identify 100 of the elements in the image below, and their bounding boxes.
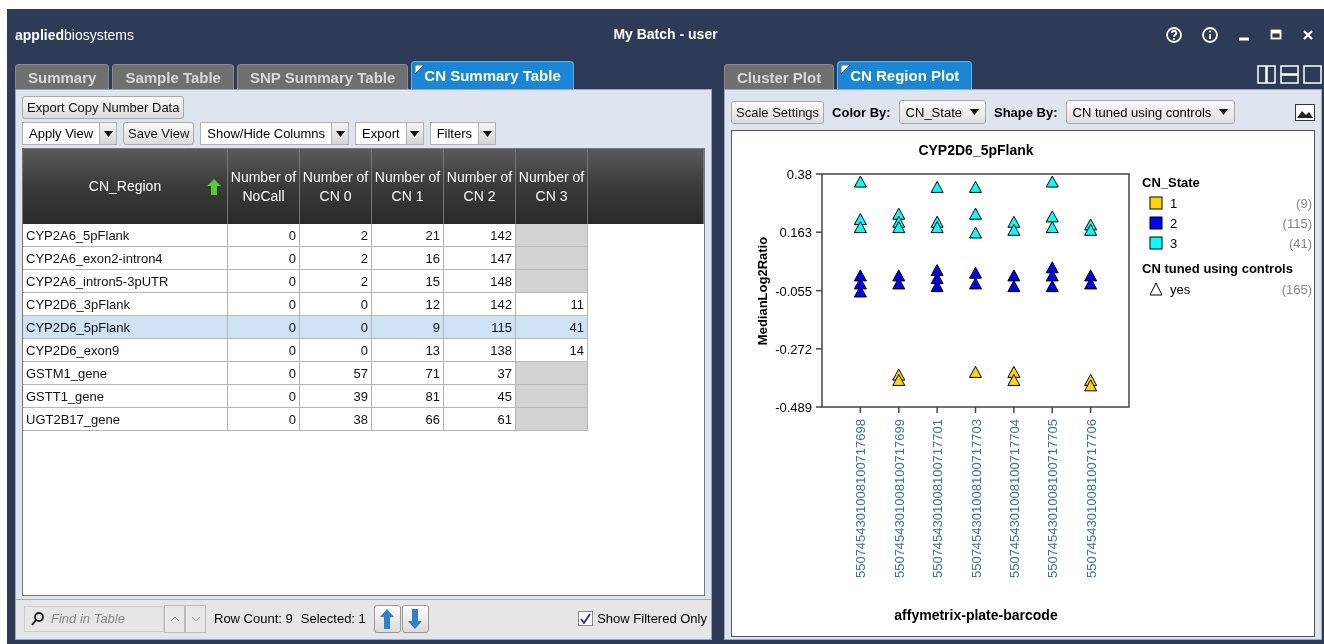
column-header[interactable]: Number of CN 2 — [444, 149, 516, 224]
table-cell[interactable]: 61 — [444, 408, 516, 431]
find-in-table-field[interactable]: Find in Table — [24, 605, 164, 632]
table-cell[interactable]: GSTT1_gene — [23, 385, 228, 408]
dropdown[interactable]: Show/Hide Columns — [200, 122, 350, 145]
table-cell[interactable]: 115 — [444, 316, 516, 339]
column-header[interactable]: Number of CN 0 — [300, 149, 372, 224]
x-tick-label: 5507454301008100717701 — [930, 419, 946, 579]
table-cell[interactable]: 66 — [372, 408, 444, 431]
y-tick-label: -0.272 — [775, 341, 812, 357]
table-cell[interactable]: 0 — [228, 362, 300, 385]
checkbox[interactable] — [578, 611, 594, 626]
table-cell[interactable]: CYP2A6_intron5-3pUTR — [23, 270, 228, 293]
move-down-button[interactable] — [401, 604, 429, 633]
table-cell[interactable]: 0 — [228, 316, 300, 339]
table-cell[interactable]: 37 — [444, 362, 516, 385]
export-copy-number-button[interactable]: Export Copy Number Data — [22, 96, 185, 119]
column-header[interactable]: Number of CN 3 — [516, 149, 588, 224]
column-header[interactable]: Number of CN 1 — [372, 149, 444, 224]
table-cell[interactable]: 41 — [516, 316, 588, 339]
dropdown[interactable]: Apply View — [22, 122, 118, 145]
table-cell[interactable]: 2 — [300, 224, 372, 247]
table-cell[interactable]: 14 — [516, 339, 588, 362]
legend-title: CN_State — [1142, 175, 1200, 190]
table-cell[interactable]: 0 — [228, 339, 300, 362]
tab[interactable]: SNP Summary Table — [236, 64, 409, 89]
table-cell[interactable]: 0 — [228, 293, 300, 316]
table-cell[interactable]: 138 — [444, 339, 516, 362]
table-cell[interactable]: 0 — [300, 339, 372, 362]
single-pane-icon[interactable] — [1303, 65, 1322, 84]
table-cell[interactable]: 21 — [372, 224, 444, 247]
table-cell[interactable] — [516, 247, 588, 270]
corner-triangle-icon — [415, 65, 425, 74]
x-tick-label: 5507454301008100717704 — [1006, 419, 1022, 579]
table-cell[interactable]: 12 — [372, 293, 444, 316]
split-vertical-icon[interactable] — [1257, 65, 1276, 84]
table-cell[interactable] — [516, 224, 588, 247]
table-cell[interactable]: CYP2A6_5pFlank — [23, 224, 228, 247]
maximize-icon[interactable] — [1270, 28, 1282, 41]
scale-settings-button[interactable]: Scale Settings — [731, 100, 825, 124]
table-cell[interactable]: 142 — [444, 224, 516, 247]
table-cell[interactable]: CYP2D6_3pFlank — [23, 293, 228, 316]
table-cell[interactable]: 15 — [372, 270, 444, 293]
table-cell[interactable]: 39 — [300, 385, 372, 408]
column-header[interactable]: CN_Region — [23, 149, 228, 224]
table-cell[interactable]: 71 — [372, 362, 444, 385]
table-cell[interactable]: 0 — [300, 293, 372, 316]
table-cell[interactable]: 148 — [444, 270, 516, 293]
table-cell[interactable]: 2 — [300, 247, 372, 270]
table-cell[interactable]: CYP2D6_exon9 — [23, 339, 228, 362]
table-cell[interactable] — [516, 385, 588, 408]
table-cell[interactable]: 0 — [228, 270, 300, 293]
table-cell[interactable]: 0 — [300, 316, 372, 339]
table-cell[interactable]: 147 — [444, 247, 516, 270]
dropdown[interactable]: Export — [355, 122, 424, 145]
table-cell[interactable]: 38 — [300, 408, 372, 431]
table-cell[interactable]: 9 — [372, 316, 444, 339]
show-filtered-only-checkbox[interactable]: Show Filtered Only — [578, 611, 707, 626]
table-cell[interactable] — [516, 270, 588, 293]
row-count: Row Count: 9 — [214, 611, 293, 626]
column-header[interactable]: Number of NoCall — [228, 149, 300, 224]
tab[interactable]: Cluster Plot — [724, 64, 835, 89]
table-cell[interactable] — [516, 362, 588, 385]
split-horizontal-icon[interactable] — [1280, 65, 1299, 84]
table-cell[interactable]: CYP2D6_5pFlank — [23, 316, 228, 339]
table-cell[interactable]: 0 — [228, 408, 300, 431]
move-up-button[interactable] — [373, 604, 401, 633]
table-cell[interactable]: 57 — [300, 362, 372, 385]
data-point — [930, 180, 944, 193]
table-cell[interactable]: 81 — [372, 385, 444, 408]
table-cell[interactable]: 0 — [228, 247, 300, 270]
down-arrow-icon — [408, 608, 423, 629]
tab[interactable]: CN Region Plot — [837, 61, 973, 89]
image-icon[interactable] — [1295, 103, 1315, 121]
table-cell[interactable]: 45 — [444, 385, 516, 408]
shape-by-dropdown[interactable]: CN tuned using controls — [1065, 100, 1236, 124]
help-icon[interactable] — [1166, 26, 1182, 43]
x-tick-label: 5507454301008100717699 — [891, 419, 907, 579]
table-cell[interactable]: 13 — [372, 339, 444, 362]
table-cell[interactable]: 16 — [372, 247, 444, 270]
table-cell[interactable]: 11 — [516, 293, 588, 316]
table-cell[interactable]: GSTM1_gene — [23, 362, 228, 385]
chevron-down-icon — [190, 615, 201, 622]
toolbar-button[interactable]: Save View — [123, 122, 195, 145]
table-cell[interactable]: 0 — [228, 224, 300, 247]
data-point — [930, 264, 944, 276]
close-icon[interactable] — [1302, 28, 1314, 41]
table-cell[interactable] — [516, 408, 588, 431]
tab[interactable]: Summary — [15, 64, 110, 89]
info-icon[interactable] — [1202, 26, 1218, 43]
table-cell[interactable]: 142 — [444, 293, 516, 316]
tab[interactable]: Sample Table — [112, 64, 234, 89]
table-cell[interactable]: 2 — [300, 270, 372, 293]
tab[interactable]: CN Summary Table — [411, 61, 574, 89]
table-cell[interactable]: UGT2B17_gene — [23, 408, 228, 431]
table-cell[interactable]: CYP2A6_exon2-intron4 — [23, 247, 228, 270]
y-tick-label: -0.489 — [775, 400, 812, 415]
color-by-dropdown[interactable]: CN_State — [898, 100, 986, 124]
table-cell[interactable]: 0 — [228, 385, 300, 408]
dropdown[interactable]: Filters — [429, 122, 496, 145]
